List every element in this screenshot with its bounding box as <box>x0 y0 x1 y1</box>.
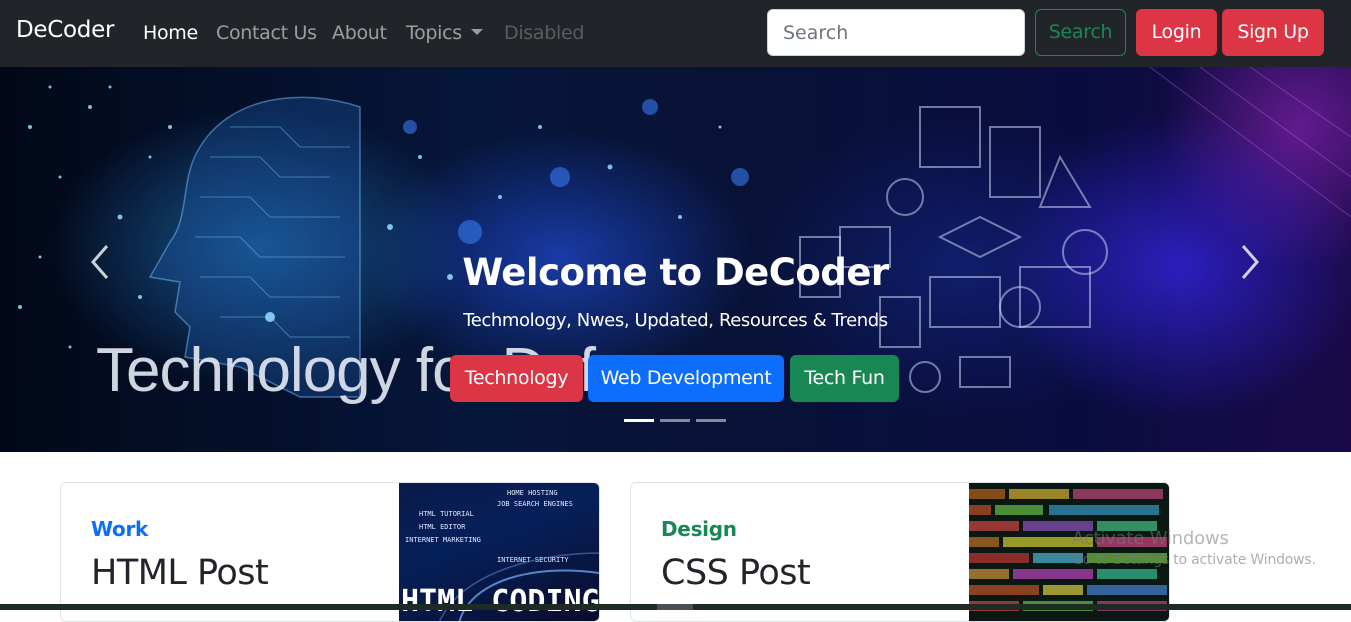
card-title: HTML Post <box>91 553 269 593</box>
login-button[interactable]: Login <box>1136 9 1217 56</box>
search-button[interactable]: Search <box>1035 9 1126 56</box>
post-card-html[interactable]: Work HTML Post HOME HOSTING JOB SEARCH E… <box>60 482 600 622</box>
nav-link-disabled: Disabled <box>504 22 585 44</box>
card-thumbnail: HOME HOSTING JOB SEARCH ENGINES HTML TUT… <box>399 483 599 621</box>
thumb-text-1: HOME HOSTING <box>507 489 558 497</box>
hero-subtitle: Techmology, Nwes, Updated, Resources & T… <box>463 310 888 331</box>
thumb-title: HTML CODING <box>401 584 599 619</box>
search-input[interactable] <box>767 9 1025 56</box>
web-development-button[interactable]: Web Development <box>588 355 784 402</box>
html-coding-thumbnail-image: HOME HOSTING JOB SEARCH ENGINES HTML TUT… <box>401 489 599 621</box>
tech-fun-button[interactable]: Tech Fun <box>790 355 899 402</box>
card-category: Work <box>91 517 149 541</box>
hero-title: Welcome to DeCoder <box>462 251 889 294</box>
brand-logo[interactable]: DeCoder <box>16 17 114 43</box>
nav-link-topics-label: Topics <box>406 22 462 44</box>
technology-button[interactable]: Technology <box>450 355 583 402</box>
carousel-indicator-1[interactable] <box>624 419 654 422</box>
nav-dropdown-topics[interactable]: Topics <box>406 22 483 44</box>
nav-link-contact[interactable]: Contact Us <box>216 22 317 44</box>
nav-link-home[interactable]: Home <box>143 22 198 44</box>
thumb-text-2: JOB SEARCH ENGINES <box>497 500 573 508</box>
caret-down-icon <box>470 29 483 35</box>
navbar: DeCoder Home Contact Us About Topics Dis… <box>0 0 1351 67</box>
carousel-indicator-2[interactable] <box>660 419 690 422</box>
scrollbar-thumb[interactable] <box>657 604 693 610</box>
nav-link-about[interactable]: About <box>332 22 387 44</box>
os-activation-watermark-title: Activate Windows <box>1072 528 1229 549</box>
hero-carousel: Technology for Defence Welcome to DeCode… <box>0 67 1351 452</box>
card-title: CSS Post <box>661 553 811 593</box>
os-activation-watermark-subtitle: Go to Settings to activate Windows. <box>1072 552 1316 568</box>
card-category: Design <box>661 517 737 541</box>
thumb-text-3: HTML TUTORIAL <box>419 510 474 518</box>
signup-button[interactable]: Sign Up <box>1222 9 1324 56</box>
carousel-indicator-3[interactable] <box>696 419 726 422</box>
thumb-text-4: HTML EDITOR <box>419 523 466 531</box>
thumb-text-5: INTERNET MARKETING <box>405 536 481 544</box>
